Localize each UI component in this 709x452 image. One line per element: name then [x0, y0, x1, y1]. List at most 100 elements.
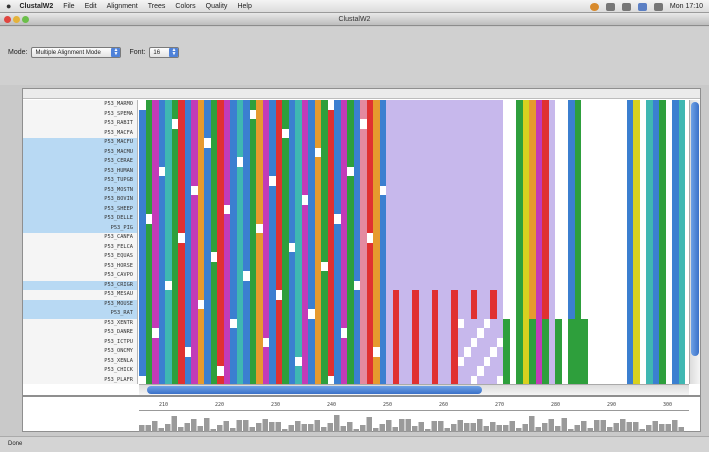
quality-bar: [522, 424, 528, 432]
residue-cell: [678, 318, 685, 328]
sequence-name-row[interactable]: P53_ONCMY: [23, 347, 137, 357]
sequence-name-row[interactable]: P53_PLAFR: [23, 376, 137, 386]
font-label: Font:: [129, 49, 146, 56]
quality-bar: [412, 426, 418, 432]
quality-bar: [438, 421, 444, 432]
quality-bar: [405, 419, 411, 432]
sequence-name-row[interactable]: P53_CAVPO: [23, 271, 137, 281]
quality-bar: [490, 422, 496, 432]
residue-cell: [678, 242, 685, 252]
minimize-window-icon[interactable]: [13, 16, 20, 23]
toolbar: Mode: Multiple Alignment Mode ▲ ▼ Font: 1…: [0, 27, 709, 85]
window-titlebar: ClustalW2: [0, 13, 709, 26]
residue-cell: [678, 109, 685, 119]
quality-bar: [139, 425, 145, 432]
quality-histogram: [139, 415, 684, 432]
wifi-icon[interactable]: [637, 2, 647, 11]
sequence-name-row[interactable]: P53_ICTPU: [23, 338, 137, 348]
quality-bar: [503, 425, 509, 432]
sequence-names-list: P53_MARMO P53_SPEMA P53_RABIT P53_MACFA P53_…: [23, 100, 138, 384]
battery-icon[interactable]: [621, 2, 631, 11]
residue-cell: [678, 147, 685, 157]
sequence-name-row[interactable]: P53_HUMAN: [23, 166, 137, 176]
sequence-name-row[interactable]: P53_MACMU: [23, 147, 137, 157]
menu-trees[interactable]: Trees: [148, 3, 166, 10]
vertical-scroll-thumb[interactable]: [691, 102, 699, 356]
quality-bar: [204, 418, 210, 432]
sequence-name-row[interactable]: P53_MESAU: [23, 290, 137, 300]
quality-bar: [470, 423, 476, 432]
quality-ruler-tick: 210: [159, 402, 169, 408]
sequence-name-row[interactable]: P53_MACFA: [23, 129, 137, 139]
sequence-name-row[interactable]: P53_CERAE: [23, 157, 137, 167]
quality-bar: [262, 419, 268, 432]
residue-cell: [678, 100, 685, 110]
residue-cell: [678, 290, 685, 300]
quality-bar: [321, 427, 327, 432]
sequence-name-row[interactable]: P53_DANRE: [23, 328, 137, 338]
quality-bar: [418, 422, 424, 432]
horizontal-scrollbar[interactable]: [139, 384, 689, 395]
quality-bar: [249, 427, 255, 432]
residue-cell: [678, 366, 685, 376]
quality-bar: [217, 425, 223, 432]
sequence-name-row[interactable]: P53_MOUSE: [23, 299, 137, 309]
clock[interactable]: Mon 17:10: [670, 3, 703, 10]
horizontal-scroll-thumb[interactable]: [147, 386, 482, 394]
apple-icon[interactable]: ●: [6, 1, 11, 11]
sequence-alignment-view[interactable]: [139, 100, 689, 384]
quality-bar: [269, 422, 275, 432]
bluetooth-icon[interactable]: [605, 2, 615, 11]
quality-bar: [620, 419, 626, 432]
sequence-name-row[interactable]: P53_PIG: [23, 223, 137, 233]
quality-ruler-tick: 240: [327, 402, 337, 408]
sequence-name-row[interactable]: P53_CHICK: [23, 366, 137, 376]
quality-bar: [431, 421, 437, 432]
menu-colors[interactable]: Colors: [175, 3, 195, 10]
quality-ruler: 210 220 230 240 250 260 270 280 290 300: [139, 401, 689, 411]
sequence-name-row[interactable]: P53_SPEMA: [23, 110, 137, 120]
quality-bar: [633, 422, 639, 432]
menu-alignment[interactable]: Alignment: [107, 3, 138, 10]
select-arrows-icon: ▲ ▼: [111, 48, 121, 57]
menu-edit[interactable]: Edit: [85, 3, 97, 10]
sequence-name-row[interactable]: P53_MOSTN: [23, 185, 137, 195]
quality-bar: [295, 421, 301, 432]
sequence-name-row[interactable]: P53_CANFA: [23, 233, 137, 243]
sequence-name-row[interactable]: P53_RAT: [23, 309, 137, 319]
sequence-name-row[interactable]: P53_BOVIN: [23, 195, 137, 205]
sequence-name-row[interactable]: P53_EQUAS: [23, 252, 137, 262]
quality-bar: [152, 421, 158, 432]
menu-quality[interactable]: Quality: [206, 3, 228, 10]
sequence-name-row[interactable]: P53_RABIT: [23, 119, 137, 129]
select-arrows-icon: ▲ ▼: [169, 48, 179, 57]
volume-icon[interactable]: [653, 2, 663, 11]
menu-help[interactable]: Help: [237, 3, 251, 10]
app-menu[interactable]: ClustalW2: [19, 3, 53, 10]
sequence-name-row[interactable]: P53_DELLE: [23, 214, 137, 224]
font-select-value: 16: [153, 49, 161, 56]
residue-cell: [678, 233, 685, 243]
menu-file[interactable]: File: [63, 3, 74, 10]
sequence-name-row[interactable]: P53_TUPGB: [23, 176, 137, 186]
sequence-name-row[interactable]: P53_XENLA: [23, 357, 137, 367]
quality-bar: [171, 416, 177, 432]
sequence-name-row[interactable]: P53_MACFU: [23, 138, 137, 148]
mode-select[interactable]: Multiple Alignment Mode ▲ ▼: [31, 47, 122, 58]
vertical-scrollbar[interactable]: [689, 100, 700, 384]
close-window-icon[interactable]: [4, 16, 11, 23]
sequence-name-row[interactable]: P53_CRIGR: [23, 280, 137, 290]
sequence-name-row[interactable]: P53_FELCA: [23, 243, 137, 253]
font-select[interactable]: 16 ▲ ▼: [149, 47, 180, 58]
sequence-name-row[interactable]: P53_SHEEP: [23, 204, 137, 214]
quality-bar: [665, 424, 671, 432]
quality-bar: [483, 426, 489, 432]
zoom-window-icon[interactable]: [22, 16, 29, 23]
sequence-name-row[interactable]: P53_HORSE: [23, 262, 137, 272]
residue-cell: [678, 157, 685, 167]
spotlight-icon[interactable]: [589, 2, 599, 11]
quality-bar: [379, 424, 385, 432]
sequence-name-row[interactable]: P53_XENTR: [23, 319, 137, 329]
sequence-name-row[interactable]: P53_MARMO: [23, 100, 137, 110]
quality-bar: [197, 426, 203, 432]
